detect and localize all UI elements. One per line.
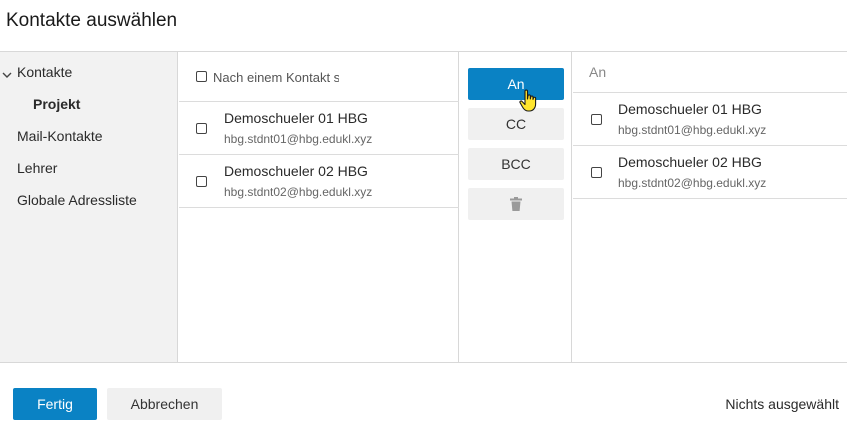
add-bcc-button[interactable]: BCC [468, 148, 564, 180]
recipient-name: Demoschueler 01 HBG [618, 101, 762, 117]
recipient-checkbox[interactable] [591, 114, 602, 125]
add-to-button[interactable]: An [468, 68, 564, 100]
contact-checkbox[interactable] [196, 123, 207, 134]
selection-status: Nichts ausgewählt [725, 396, 839, 412]
contact-list: Demoschueler 01 HBG hbg.stdnt01@hbg.eduk… [179, 52, 459, 362]
contact-row[interactable]: Demoschueler 02 HBG hbg.stdnt02@hbg.eduk… [179, 155, 459, 208]
contact-name: Demoschueler 01 HBG [224, 110, 368, 126]
recipient-list: An Demoschueler 01 HBG hbg.stdnt01@hbg.e… [573, 52, 847, 362]
cancel-button[interactable]: Abbrechen [107, 388, 222, 420]
recipient-list-header: An [573, 52, 847, 93]
recipient-checkbox[interactable] [591, 167, 602, 178]
done-button[interactable]: Fertig [13, 388, 97, 420]
contact-email: hbg.stdnt01@hbg.edukl.xyz [224, 132, 373, 146]
sidebar-item-projekt[interactable]: Projekt [33, 96, 80, 112]
recipient-actions: An CC BCC [460, 52, 572, 362]
recipient-email: hbg.stdnt01@hbg.edukl.xyz [618, 123, 767, 137]
dialog-title: Kontakte auswählen [6, 10, 178, 31]
recipient-field-label: An [589, 64, 607, 80]
chevron-down-icon[interactable] [2, 70, 12, 80]
recipient-email: hbg.stdnt02@hbg.edukl.xyz [618, 176, 767, 190]
add-cc-button[interactable]: CC [468, 108, 564, 140]
recipient-row[interactable]: Demoschueler 02 HBG hbg.stdnt02@hbg.eduk… [573, 146, 847, 199]
trash-icon [510, 197, 522, 211]
search-input[interactable] [213, 68, 339, 86]
sidebar-item-kontakte[interactable]: Kontakte [17, 64, 72, 80]
recipient-name: Demoschueler 02 HBG [618, 154, 762, 170]
sidebar-item-lehrer[interactable]: Lehrer [17, 160, 57, 176]
select-all-checkbox[interactable] [196, 71, 207, 82]
footer-divider [0, 362, 847, 363]
recipient-row[interactable]: Demoschueler 01 HBG hbg.stdnt01@hbg.eduk… [573, 93, 847, 146]
delete-button[interactable] [468, 188, 564, 220]
contact-checkbox[interactable] [196, 176, 207, 187]
sidebar-item-globale-adressliste[interactable]: Globale Adressliste [17, 192, 137, 208]
contact-email: hbg.stdnt02@hbg.edukl.xyz [224, 185, 373, 199]
search-row [179, 52, 459, 102]
contact-row[interactable]: Demoschueler 01 HBG hbg.stdnt01@hbg.eduk… [179, 102, 459, 155]
contact-name: Demoschueler 02 HBG [224, 163, 368, 179]
sidebar-item-mail-kontakte[interactable]: Mail-Kontakte [17, 128, 103, 144]
